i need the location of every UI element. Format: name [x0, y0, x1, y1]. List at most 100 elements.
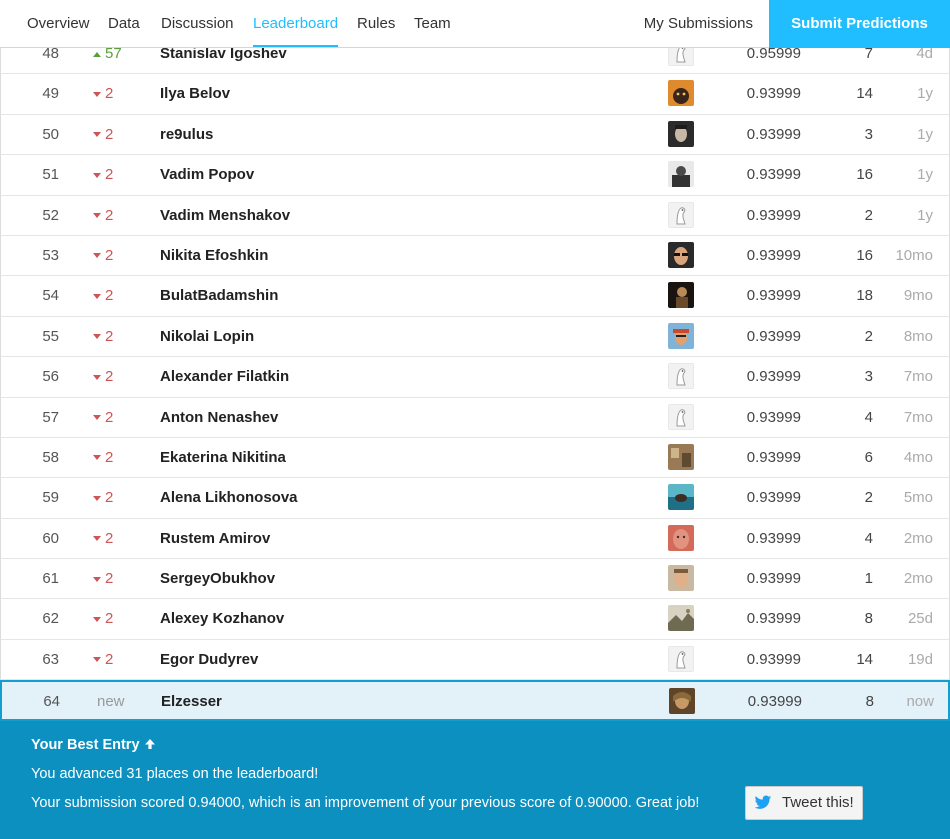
table-row[interactable]: 55 2 Nikolai Lopin 0.93999 2 8mo: [0, 316, 950, 363]
avatar[interactable]: [668, 120, 694, 147]
tab-discussion[interactable]: Discussion: [161, 0, 234, 48]
score-cell: 0.93999: [746, 408, 801, 426]
team-name-link[interactable]: Alexey Kozhanov: [160, 599, 284, 639]
team-name-link[interactable]: Egor Dudyrev: [160, 640, 258, 680]
avatar[interactable]: [668, 201, 694, 228]
triangle-down-icon: [93, 536, 101, 542]
avatar[interactable]: [668, 605, 694, 632]
team-name-link[interactable]: SergeyObukhov: [160, 559, 275, 599]
team-name-link[interactable]: re9ulus: [160, 115, 213, 155]
last-submission-cell: 1y: [917, 85, 933, 103]
team-name-link[interactable]: Elzesser: [161, 682, 222, 722]
team-member-dots: [668, 107, 673, 121]
tab-rules[interactable]: Rules: [357, 0, 395, 48]
my-submissions-link[interactable]: My Submissions: [644, 0, 753, 48]
avatar[interactable]: [668, 322, 694, 349]
table-row[interactable]: 52 2 Vadim Menshakov 0.93999 2 1y: [0, 195, 950, 242]
team-name-link[interactable]: Ilya Belov: [160, 74, 230, 114]
team-member-dots: [668, 592, 673, 606]
team-name-link[interactable]: Nikolai Lopin: [160, 317, 254, 357]
best-entry-title-text: Your Best Entry: [31, 737, 140, 753]
rank-cell: 61: [42, 570, 59, 588]
triangle-down-icon: [93, 293, 101, 299]
team-member-dots: [668, 229, 673, 242]
table-row[interactable]: 54 2 BulatBadamshin 0.93999 18 9mo: [0, 276, 950, 323]
table-row[interactable]: 60 2 Rustem Amirov 0.93999 4 2mo: [0, 518, 950, 565]
last-submission-cell: 2mo: [903, 570, 933, 588]
arrow-up-icon: [144, 739, 155, 749]
avatar[interactable]: [668, 403, 694, 430]
tab-data[interactable]: Data: [108, 0, 140, 48]
avatar[interactable]: [668, 443, 694, 470]
avatar[interactable]: [669, 688, 695, 715]
triangle-down-icon: [93, 657, 101, 663]
avatar[interactable]: [668, 161, 694, 188]
team-name-link[interactable]: Nikita Efoshkin: [160, 236, 268, 276]
triangle-down-icon: [93, 132, 101, 138]
avatar[interactable]: [668, 282, 694, 309]
team-member-dots: [668, 632, 673, 646]
table-row[interactable]: 61 2 SergeyObukhov 0.93999 1 2mo: [0, 559, 950, 606]
team-name-link[interactable]: Ekaterina Nikitina: [160, 438, 286, 478]
team-name-link[interactable]: BulatBadamshin: [160, 276, 278, 316]
rank-change-value: new: [97, 693, 125, 711]
team-member-dots: [668, 67, 673, 80]
rank-change-value: 2: [105, 650, 114, 668]
rank-change-value: 2: [105, 448, 114, 466]
entries-cell: 8: [865, 693, 874, 711]
table-row[interactable]: 50 2 re9ulus 0.93999 3 1y: [0, 114, 950, 161]
rank-change-cell: 2: [93, 519, 133, 559]
entries-cell: 14: [856, 85, 873, 103]
avatar[interactable]: [668, 484, 694, 511]
team-member-dots: [668, 471, 673, 484]
rank-cell: 49: [42, 85, 59, 103]
team-name-link[interactable]: Anton Nenashev: [160, 398, 278, 438]
team-name-link[interactable]: Vadim Popov: [160, 155, 254, 195]
entries-cell: 16: [856, 166, 873, 184]
table-row[interactable]: 56 2 Alexander Filatkin 0.93999 3 7mo: [0, 357, 950, 404]
table-row[interactable]: 49 2 Ilya Belov 0.93999 14 1y: [0, 74, 950, 121]
avatar[interactable]: [668, 565, 694, 592]
avatar[interactable]: [668, 645, 694, 672]
entries-cell: 18: [856, 287, 873, 305]
table-row[interactable]: 58 2 Ekaterina Nikitina 0.93999 6 4mo: [0, 437, 950, 484]
rank-change-cell: 2: [93, 599, 133, 639]
score-cell: 0.93999: [746, 85, 801, 103]
submit-predictions-button[interactable]: Submit Predictions: [769, 0, 950, 48]
table-row[interactable]: 59 2 Alena Likhonosova 0.93999 2 5mo: [0, 478, 950, 525]
entries-cell: 16: [856, 246, 873, 264]
last-submission-cell: 7mo: [903, 408, 933, 426]
table-row[interactable]: 57 2 Anton Nenashev 0.93999 4 7mo: [0, 397, 950, 444]
avatar[interactable]: [668, 363, 694, 390]
team-name-link[interactable]: Alena Likhonosova: [160, 478, 298, 518]
score-cell: 0.93999: [746, 287, 801, 305]
team-member-dots: [668, 673, 673, 686]
last-submission-cell: 19d: [907, 650, 933, 668]
team-member-dots: [668, 552, 673, 565]
avatar[interactable]: [668, 241, 694, 268]
tab-overview[interactable]: Overview: [27, 0, 90, 48]
rank-change-cell: new: [97, 682, 137, 722]
triangle-down-icon: [93, 213, 101, 219]
entries-cell: 2: [864, 327, 873, 345]
table-row-current-user[interactable]: 64 new Elzesser 0.93999 8 now: [0, 680, 950, 729]
rank-change-value: 2: [105, 327, 114, 345]
team-name-link[interactable]: Rustem Amirov: [160, 519, 270, 559]
tab-team[interactable]: Team: [414, 0, 451, 48]
table-row[interactable]: 53 2 Nikita Efoshkin 0.93999 16 10mo: [0, 235, 950, 282]
entries-cell: 1: [864, 570, 873, 588]
table-row[interactable]: 63 2 Egor Dudyrev 0.93999 14 19d: [0, 639, 950, 686]
table-row[interactable]: 51 2 Vadim Popov 0.93999 16 1y: [0, 155, 950, 202]
avatar[interactable]: [668, 524, 694, 551]
tweet-button[interactable]: Tweet this!: [745, 786, 863, 820]
twitter-bird-icon: [754, 795, 772, 809]
table-row[interactable]: 62 2 Alexey Kozhanov 0.93999 8 25d: [0, 599, 950, 646]
rank-change-cell: 2: [93, 478, 133, 518]
team-name-link[interactable]: Alexander Filatkin: [160, 357, 289, 397]
tab-leaderboard[interactable]: Leaderboard: [253, 0, 339, 47]
rank-change-value: 2: [105, 610, 114, 628]
avatar[interactable]: [668, 80, 694, 107]
best-entry-title: Your Best Entry: [31, 737, 156, 753]
rank-change-cell: 2: [93, 276, 133, 316]
team-name-link[interactable]: Vadim Menshakov: [160, 196, 290, 236]
